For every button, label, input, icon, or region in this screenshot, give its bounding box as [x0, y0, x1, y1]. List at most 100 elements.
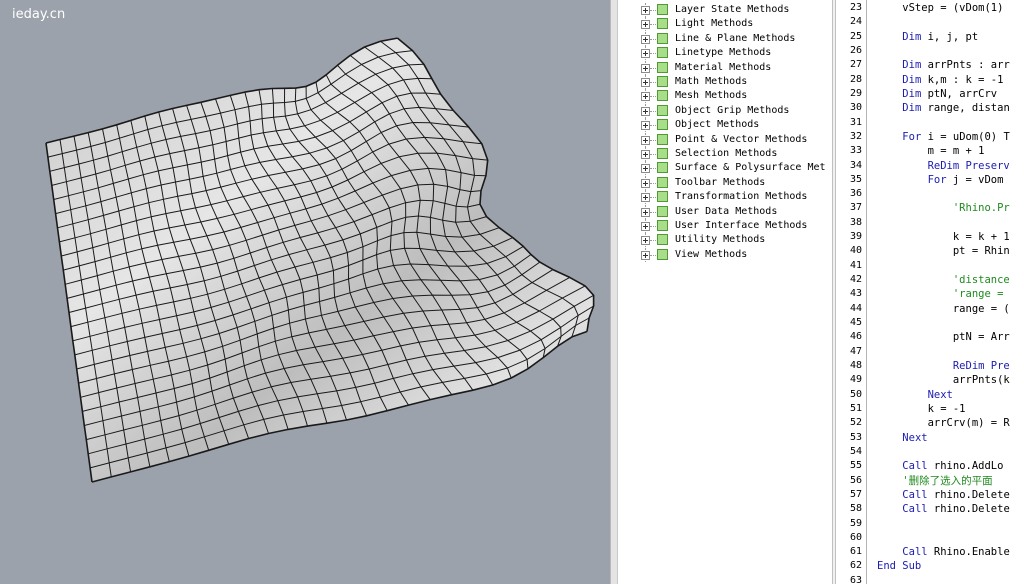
code-line[interactable]: arrPnts(k	[877, 373, 1010, 387]
tree-item[interactable]: View Methods	[618, 247, 832, 262]
line-number: 47	[849, 345, 862, 357]
3d-viewport[interactable]: ieday.cn	[0, 0, 610, 584]
tree-item[interactable]: Point & Vector Methods	[618, 132, 832, 147]
code-text: k = -1	[877, 402, 966, 415]
expand-icon[interactable]	[641, 34, 650, 44]
folder-icon	[657, 119, 668, 131]
expand-icon[interactable]	[641, 20, 650, 30]
code-line[interactable]: Next	[877, 388, 953, 402]
tree-item[interactable]: Toolbar Methods	[618, 175, 832, 190]
code-line[interactable]: 'Rhino.Pr	[877, 201, 1010, 215]
code-line[interactable]: pt = Rhin	[877, 244, 1010, 258]
tree-guide-line	[650, 67, 656, 69]
line-number: 54	[849, 445, 862, 457]
code-line[interactable]: 'distance	[877, 273, 1010, 287]
expand-icon[interactable]	[641, 106, 650, 116]
folder-icon	[657, 234, 668, 246]
expand-icon[interactable]	[641, 121, 650, 131]
expand-icon[interactable]	[641, 92, 650, 102]
line-number: 42	[849, 274, 862, 286]
expand-icon[interactable]	[641, 6, 650, 15]
tree-item[interactable]: User Data Methods	[618, 204, 832, 219]
tree-item[interactable]: Mesh Methods	[618, 89, 832, 104]
expand-icon[interactable]	[641, 135, 650, 145]
folder-icon	[657, 220, 668, 231]
code-text: pt = Rhin	[877, 245, 1010, 258]
code-line[interactable]: Dim range, distan	[877, 101, 1009, 115]
code-line[interactable]: For j = vDom	[877, 173, 1004, 187]
tree-item[interactable]: Selection Methods	[618, 147, 832, 161]
method-tree[interactable]: Layer State Methods Light Methods Line & P…	[618, 0, 832, 584]
tree-item[interactable]: Material Methods	[618, 60, 832, 75]
tree-item[interactable]: Linetype Methods	[618, 46, 832, 61]
expand-icon[interactable]	[641, 178, 650, 188]
code-line[interactable]: m = m + 1	[877, 144, 985, 158]
code-line[interactable]: Call rhino.Delete	[877, 502, 1009, 516]
tree-guide-line	[650, 110, 656, 112]
tree-item-label: Linetype Methods	[675, 47, 772, 59]
expand-icon[interactable]	[641, 222, 650, 231]
expand-icon[interactable]	[641, 236, 650, 246]
tree-item[interactable]: Surface & Polysurface Met	[618, 161, 832, 176]
folder-icon	[657, 133, 668, 145]
expand-icon[interactable]	[641, 63, 650, 73]
code-keyword: Next	[902, 431, 928, 444]
code-line[interactable]: Dim i, j, pt	[877, 30, 978, 44]
expand-icon[interactable]	[641, 150, 650, 159]
code-line[interactable]: k = k + 1	[877, 230, 1010, 244]
tree-guide-line	[650, 182, 656, 184]
folder-icon	[657, 32, 668, 44]
line-number: 41	[849, 259, 862, 271]
tree-item[interactable]: Math Methods	[618, 75, 832, 89]
code-keyword: Dim	[902, 87, 922, 100]
tree-item[interactable]: Light Methods	[618, 17, 832, 32]
folder-icon	[657, 18, 668, 30]
line-number: 53	[849, 431, 862, 443]
tree-guide-line	[650, 139, 656, 141]
panel-splitter[interactable]	[610, 0, 618, 584]
code-line[interactable]: End Sub	[877, 559, 921, 573]
line-number: 52	[849, 417, 862, 429]
expand-icon[interactable]	[641, 193, 650, 203]
tree-item[interactable]: Utility Methods	[618, 233, 832, 248]
line-number: 51	[849, 402, 862, 414]
code-line[interactable]: arrCrv(m) = R	[877, 416, 1010, 430]
code-line[interactable]: '删除了选入的平面	[877, 474, 992, 488]
code-line[interactable]: k = -1	[877, 402, 966, 416]
code-line[interactable]: 'range =	[877, 287, 1004, 301]
expand-icon[interactable]	[641, 78, 650, 87]
code-line[interactable]: ptN = Arr	[877, 330, 1010, 344]
expand-icon[interactable]	[641, 164, 650, 174]
expand-icon[interactable]	[641, 207, 650, 217]
code-line[interactable]: Call rhino.AddLo	[877, 459, 1003, 473]
tree-item[interactable]: Line & Plane Methods	[618, 31, 832, 46]
code-line[interactable]: vStep = (vDom(1)	[877, 1, 1003, 15]
code-line[interactable]: Call rhino.Delete	[877, 488, 1009, 502]
line-number: 55	[849, 460, 862, 472]
code-keyword: Dim	[902, 30, 922, 43]
folder-icon	[657, 76, 668, 87]
tree-item[interactable]: Object Grip Methods	[618, 103, 832, 118]
tree-item[interactable]: User Interface Methods	[618, 219, 832, 233]
code-comment: 'Rhino.Pr	[952, 202, 1010, 215]
code-line[interactable]: range = (	[877, 302, 1010, 316]
code-editor[interactable]: 23 24 25 26 27 28 29 30 31 32 33 34 35 36 37 38 39 40 41 42…	[836, 0, 1024, 584]
code-line[interactable]: Dim arrPnts : arr	[877, 58, 1009, 72]
code-line[interactable]: Dim ptN, arrCrv	[877, 87, 997, 101]
code-line[interactable]: ReDim Preserv	[877, 159, 1010, 173]
code-text: m = m + 1	[877, 145, 985, 158]
tree-item[interactable]: Object Methods	[618, 118, 832, 133]
code-line[interactable]: Dim k,m : k = -1	[877, 73, 1003, 87]
code-line[interactable]: Call Rhino.Enable	[877, 545, 1009, 559]
code-line[interactable]: ReDim Pre	[877, 359, 1010, 373]
line-number: 23	[849, 2, 862, 13]
expand-icon[interactable]	[641, 49, 650, 59]
tree-item[interactable]: Transformation Methods	[618, 190, 832, 205]
tree-item[interactable]: Layer State Methods	[618, 3, 832, 17]
code-line[interactable]: For i = uDom(0) T	[877, 130, 1009, 144]
expand-icon[interactable]	[641, 250, 650, 260]
code-line[interactable]: Next	[877, 431, 928, 445]
